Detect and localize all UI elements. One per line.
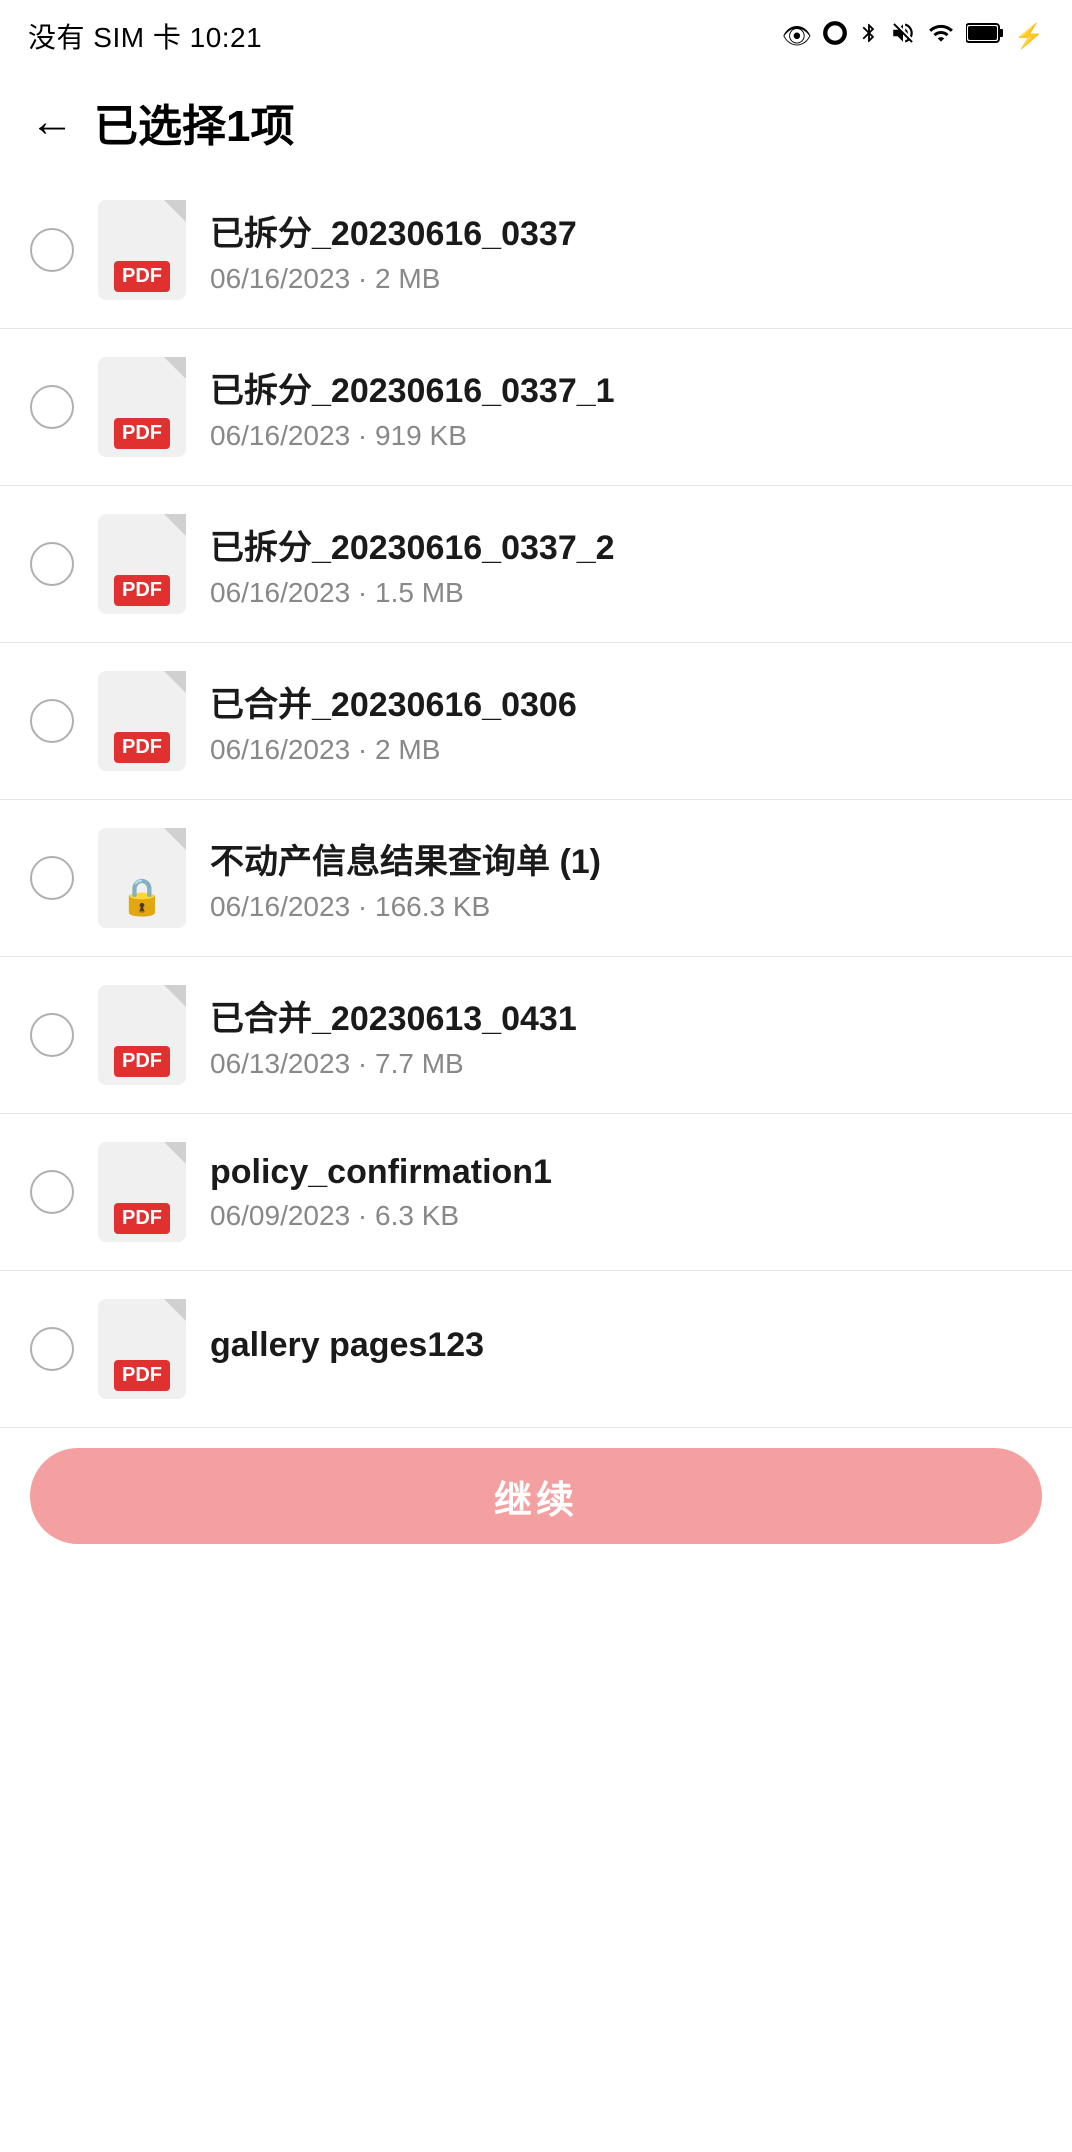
- list-item[interactable]: PDF 已拆分_20230616_0337_2 06/16/2023 · 1.5 M…: [0, 486, 1072, 643]
- file-name: 已合并_20230613_0431: [210, 991, 1042, 1040]
- file-icon-wrapper: PDF: [98, 1142, 186, 1242]
- charging-icon: ⚡: [1014, 22, 1044, 51]
- pdf-badge: PDF: [114, 1360, 170, 1391]
- list-item[interactable]: PDF 已拆分_20230616_0337 06/16/2023 · 2 MB: [0, 172, 1072, 329]
- radio-button[interactable]: [30, 1327, 74, 1371]
- file-meta: 06/16/2023 · 166.3 KB: [210, 891, 1042, 923]
- continue-button[interactable]: 继续: [30, 1448, 1042, 1544]
- battery-icon: [966, 22, 1004, 51]
- file-meta: 06/16/2023 · 2 MB: [210, 263, 1042, 295]
- pdf-badge: PDF: [114, 1203, 170, 1234]
- page-title: 已选择1项: [94, 90, 294, 154]
- list-item[interactable]: PDF 已合并_20230616_0306 06/16/2023 · 2 MB: [0, 643, 1072, 800]
- list-item[interactable]: PDF policy_confirmation1 06/09/2023 · 6.3 …: [0, 1114, 1072, 1271]
- file-meta: 06/16/2023 · 1.5 MB: [210, 577, 1042, 609]
- pdf-badge: PDF: [114, 575, 170, 606]
- radio-button[interactable]: [30, 1013, 74, 1057]
- file-meta: 06/16/2023 · 2 MB: [210, 734, 1042, 766]
- file-icon-wrapper: PDF: [98, 671, 186, 771]
- page-header: ← 已选择1项: [0, 72, 1072, 172]
- list-item[interactable]: PDF gallery pages123: [0, 1271, 1072, 1428]
- pdf-badge: PDF: [114, 732, 170, 763]
- pdf-badge: PDF: [114, 1046, 170, 1077]
- file-name: 已拆分_20230616_0337_2: [210, 520, 1042, 569]
- file-name: 不动产信息结果查询单 (1): [210, 834, 1042, 883]
- file-name: 已拆分_20230616_0337_1: [210, 363, 1042, 412]
- list-item[interactable]: PDF 已合并_20230613_0431 06/13/2023 · 7.7 MB: [0, 957, 1072, 1114]
- file-list: PDF已拆分_20230616_033706/16/2023 · 2 MBPDF…: [0, 172, 1072, 1428]
- continue-button-wrapper: 继续: [0, 1428, 1072, 1584]
- eye-icon: 👁: [782, 22, 812, 51]
- file-icon-wrapper: PDF: [98, 985, 186, 1085]
- status-bar-text: 没有 SIM 卡 10:21: [28, 16, 262, 56]
- radio-button[interactable]: [30, 856, 74, 900]
- file-meta: 06/16/2023 · 919 KB: [210, 420, 1042, 452]
- pdf-badge: PDF: [114, 261, 170, 292]
- file-icon-wrapper: PDF: [98, 1299, 186, 1399]
- pdf-badge: PDF: [114, 418, 170, 449]
- file-name: 已合并_20230616_0306: [210, 677, 1042, 726]
- file-meta: 06/13/2023 · 7.7 MB: [210, 1048, 1042, 1080]
- lock-icon: 🔒: [120, 876, 165, 918]
- back-button[interactable]: ←: [30, 100, 74, 144]
- file-icon-wrapper: PDF: [98, 514, 186, 614]
- file-name: policy_confirmation1: [210, 1153, 1042, 1192]
- file-meta: 06/09/2023 · 6.3 KB: [210, 1200, 1042, 1232]
- list-item[interactable]: 🔒 不动产信息结果查询单 (1) 06/16/2023 · 166.3 KB: [0, 800, 1072, 957]
- radio-button[interactable]: [30, 542, 74, 586]
- wifi-icon: [926, 20, 956, 53]
- status-bar: 没有 SIM 卡 10:21 👁: [0, 0, 1072, 72]
- file-icon-wrapper: PDF: [98, 357, 186, 457]
- nfc-icon: [822, 20, 848, 53]
- radio-button[interactable]: [30, 385, 74, 429]
- file-icon-wrapper: PDF: [98, 200, 186, 300]
- list-item[interactable]: PDF 已拆分_20230616_0337_1 06/16/2023 · 919 K…: [0, 329, 1072, 486]
- radio-button[interactable]: [30, 228, 74, 272]
- status-bar-icons: 👁 ⚡: [782, 20, 1044, 53]
- file-name: 已拆分_20230616_0337: [210, 206, 1042, 255]
- volume-mute-icon: [890, 20, 916, 53]
- bluetooth-icon: [858, 20, 880, 53]
- file-icon-wrapper: 🔒: [98, 828, 186, 928]
- radio-button[interactable]: [30, 1170, 74, 1214]
- file-name: gallery pages123: [210, 1326, 1042, 1365]
- radio-button[interactable]: [30, 699, 74, 743]
